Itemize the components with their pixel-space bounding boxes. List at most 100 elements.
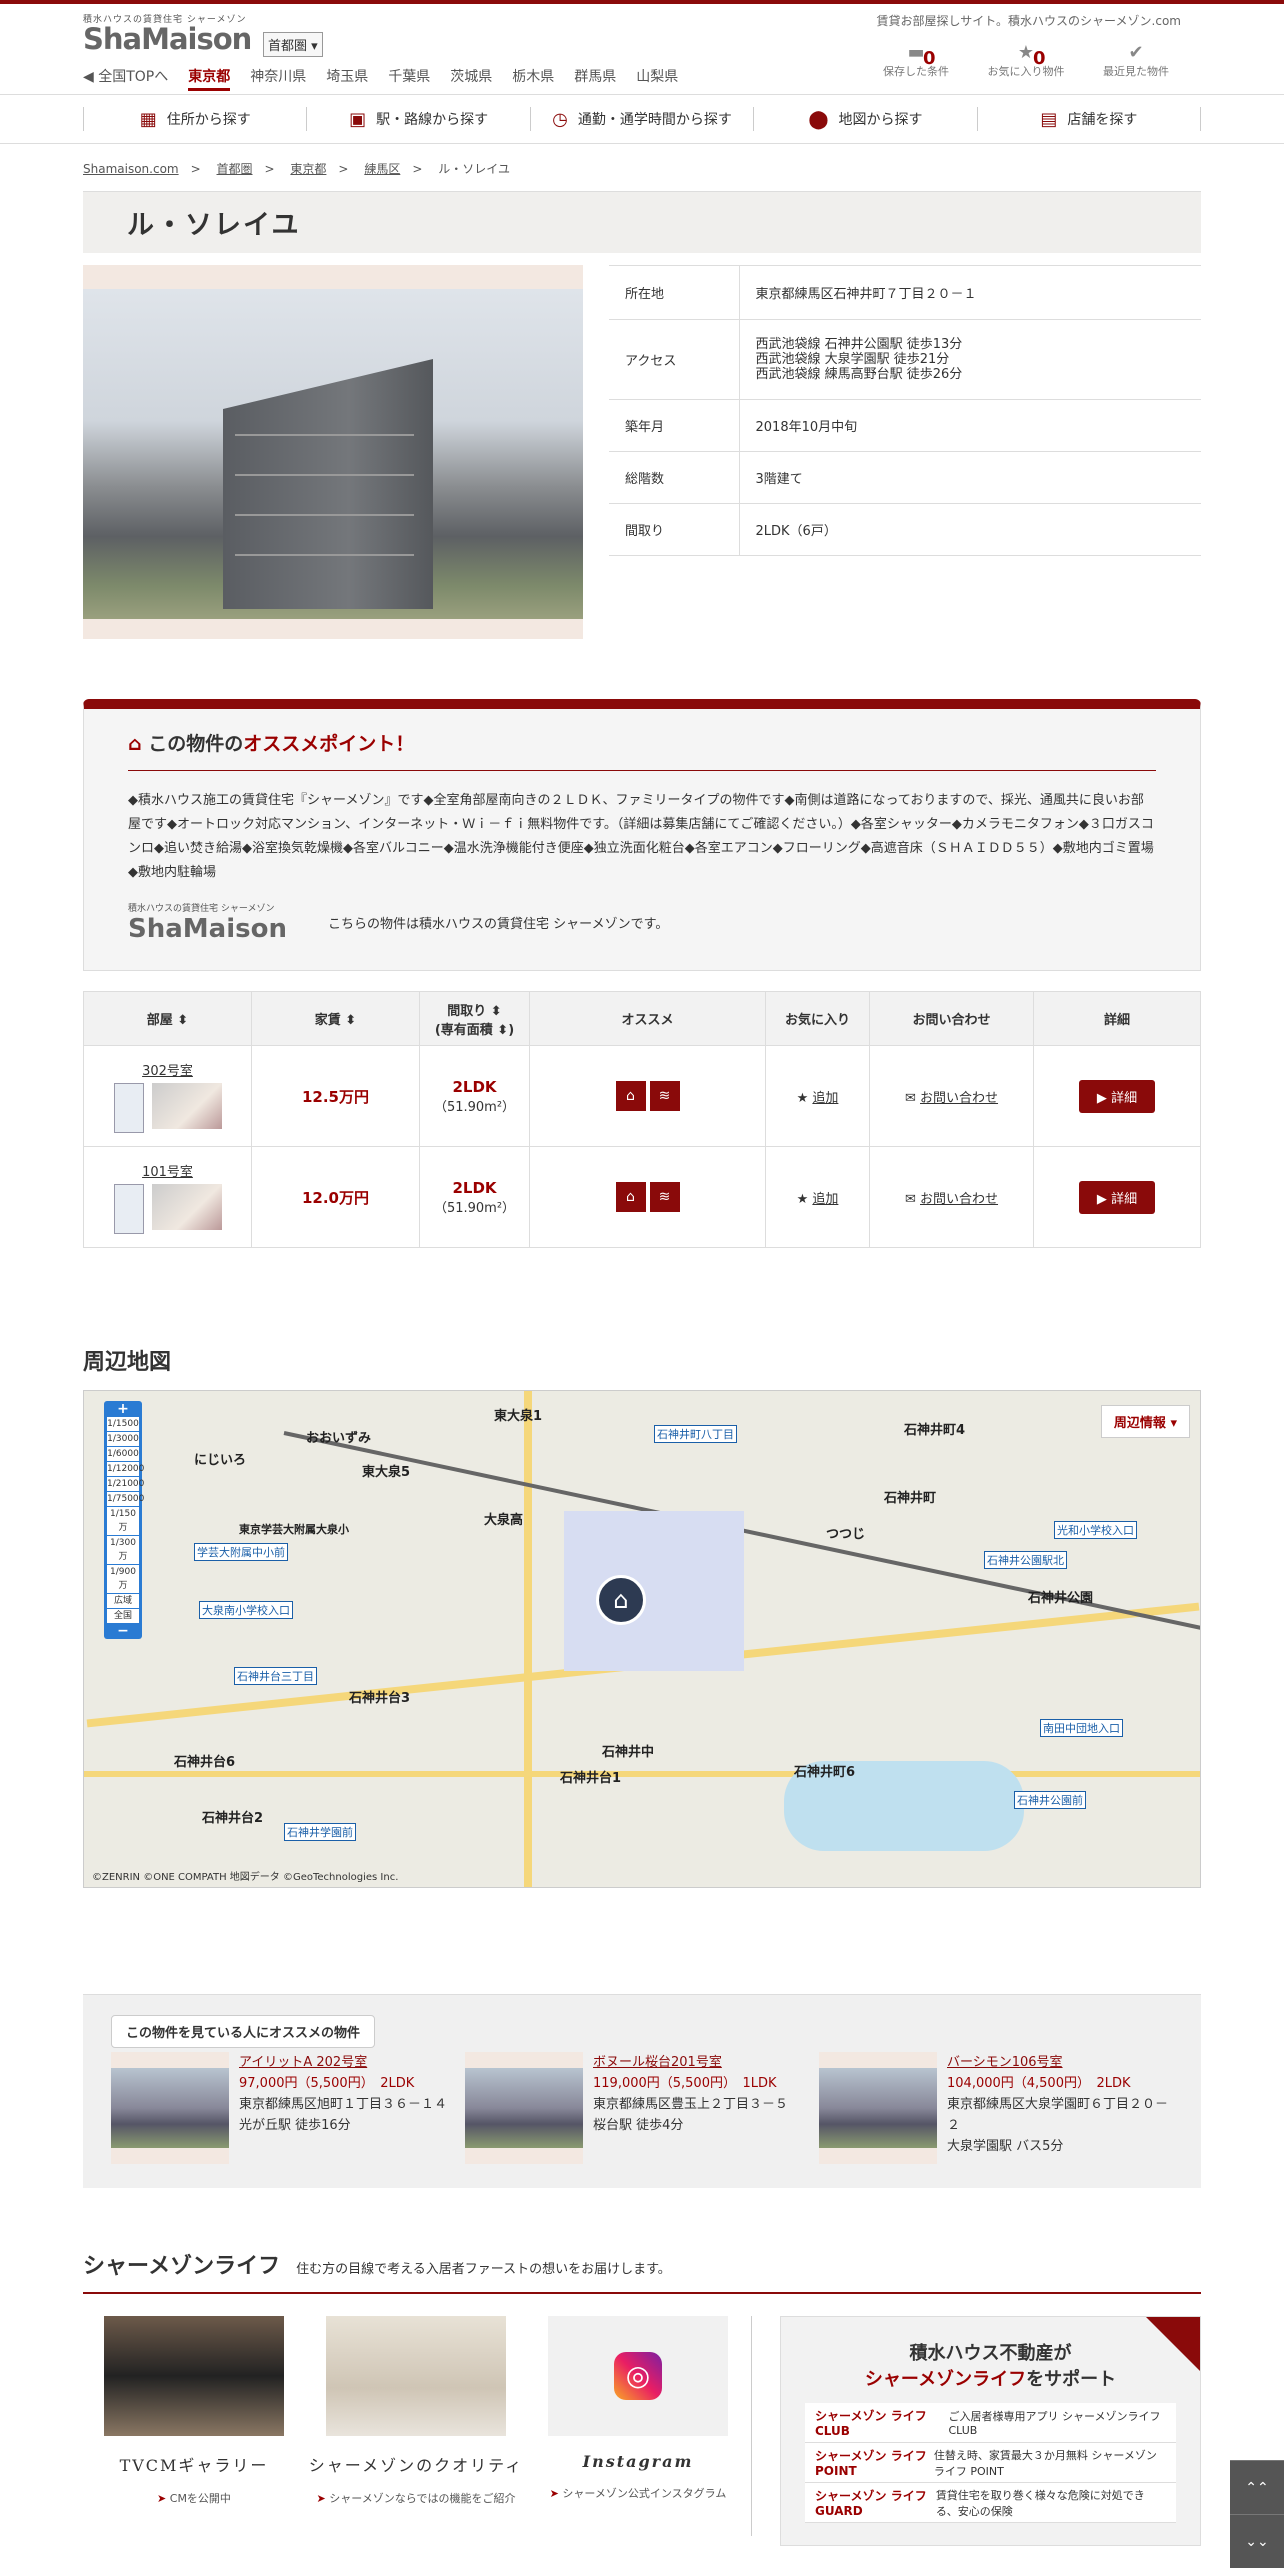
pref-ibaraki[interactable]: 茨城県 bbox=[450, 66, 492, 91]
support-guard[interactable]: シャーメゾン ライフ GUARD 賃貸住宅を取り巻く様々な危険に対処できる、安心の… bbox=[805, 2483, 1176, 2523]
recommend-name[interactable]: バーシモン106号室 bbox=[947, 2052, 1173, 2073]
search-stores[interactable]: ▤ 店舗を探す bbox=[976, 107, 1202, 131]
life-support-panel[interactable]: 積水ハウス不動産が シャーメゾンライフをサポート シャーメゾン ライフ CLUB ご… bbox=[780, 2316, 1201, 2546]
crumb-sep: > bbox=[190, 162, 201, 176]
zoom-level[interactable]: 1/12000 bbox=[107, 1462, 144, 1476]
property-pin-icon[interactable]: ⌂ bbox=[596, 1575, 646, 1625]
scroll-top-button[interactable]: ⌃⌃ bbox=[1230, 2460, 1284, 2514]
quality-card[interactable]: シャーメゾンのクオリティ シャーメゾンならではの機能をご紹介 bbox=[305, 2316, 527, 2546]
region-select[interactable]: 首都圏 ▾ bbox=[263, 32, 323, 57]
sort-rent[interactable]: 家賃 ⬍ bbox=[251, 991, 420, 1046]
recommend-photo[interactable] bbox=[465, 2052, 583, 2164]
recommend-photo[interactable] bbox=[819, 2052, 937, 2164]
map-label: 大泉高 bbox=[484, 1513, 524, 1528]
pref-kanagawa[interactable]: 神奈川県 bbox=[250, 66, 306, 91]
nearby-info-dropdown[interactable]: 周辺情報 ▾ bbox=[1100, 1405, 1190, 1438]
pref-saitama[interactable]: 埼玉県 bbox=[326, 66, 368, 91]
points-title-a: この物件の bbox=[148, 733, 244, 755]
zoom-level[interactable]: 1/75000 bbox=[107, 1492, 144, 1506]
detail-button[interactable]: ▶ 詳細 bbox=[1078, 1180, 1156, 1214]
check-icon: ✔ bbox=[1128, 42, 1144, 63]
card-link[interactable]: シャーメゾンならではの機能をご紹介 bbox=[305, 2490, 527, 2506]
card-title: TVCMギャラリー bbox=[119, 2456, 269, 2475]
recommend-name[interactable]: アイリットA 202号室 bbox=[239, 2052, 447, 2073]
map-station: 南田中団地入口 bbox=[1040, 1719, 1123, 1737]
zoom-out-button[interactable]: − bbox=[107, 1624, 139, 1638]
list-item[interactable]: アイリットA 202号室 97,000円（5,500円） 2LDK 東京都練馬区旭町… bbox=[111, 2052, 465, 2164]
floorplan-thumb[interactable] bbox=[113, 1183, 144, 1234]
crumb-pref[interactable]: 東京都 bbox=[290, 162, 326, 176]
crumb-sep: > bbox=[264, 162, 275, 176]
search-by-map[interactable]: ⬤ 地図から探す bbox=[753, 107, 976, 131]
zoom-level[interactable]: 1/300万 bbox=[107, 1536, 139, 1564]
sort-room[interactable]: 部屋 ⬍ bbox=[83, 991, 252, 1046]
pref-yamanashi[interactable]: 山梨県 bbox=[636, 66, 678, 91]
spec-key: 所在地 bbox=[609, 265, 740, 320]
zoom-level[interactable]: 1/21000 bbox=[107, 1477, 144, 1491]
sort-layout[interactable]: 間取り ⬍ (専有面積 ⬍) bbox=[419, 991, 530, 1046]
zoom-level[interactable]: 1/3000 bbox=[107, 1432, 139, 1446]
zoom-level[interactable]: 1/1500 bbox=[107, 1417, 139, 1431]
card-link[interactable]: CMを公開中 bbox=[83, 2490, 305, 2506]
property-photo[interactable] bbox=[83, 265, 583, 639]
map-copyright: ©ZENRIN ©ONE COMPATH 地図データ ©GeoTechnolog… bbox=[92, 1872, 399, 1883]
zoom-level[interactable]: 広域 bbox=[107, 1594, 139, 1608]
support-club[interactable]: シャーメゾン ライフ CLUB ご入居者様専用アプリ シャーメゾンライフ CLUB bbox=[805, 2403, 1176, 2443]
inquiry-link[interactable]: ✉ お問い合わせ bbox=[869, 1045, 1034, 1147]
recent-label: 最近見た物件 bbox=[1103, 65, 1169, 78]
favorite-label: 追加 bbox=[812, 1090, 839, 1106]
points-title-b: オススメポイント！ bbox=[243, 733, 415, 755]
zoom-level[interactable]: 1/900万 bbox=[107, 1565, 139, 1593]
room-photo-thumb[interactable] bbox=[151, 1082, 222, 1129]
room-name-link[interactable]: 302号室 bbox=[84, 1060, 251, 1079]
points-heading: ⌂ この物件のオススメポイント！ bbox=[128, 729, 1156, 771]
play-corner-icon bbox=[1146, 2317, 1200, 2371]
list-item[interactable]: バーシモン106号室 104,000円（4,500円） 2LDK 東京都練馬区大泉学… bbox=[819, 2052, 1173, 2164]
area-map[interactable]: 東大泉1 東大泉5 大泉高 石神井町4 石神井町 石神井台3 石神井台1 石神井… bbox=[83, 1390, 1201, 1888]
tvcm-card[interactable]: TVCMギャラリー CMを公開中 bbox=[83, 2316, 305, 2546]
detail-button[interactable]: ▶ 詳細 bbox=[1078, 1079, 1156, 1113]
instagram-card[interactable]: ◎ Instagram シャーメゾン公式インスタグラム bbox=[527, 2316, 749, 2546]
favorites-count: 0 bbox=[1033, 48, 1046, 69]
card-link[interactable]: シャーメゾン公式インスタグラム bbox=[527, 2485, 749, 2501]
spec-table: 所在地 東京都練馬区石神井町７丁目２０－１ アクセス 西武池袋線 石神井公園駅 徒歩… bbox=[609, 265, 1201, 639]
crumb-home[interactable]: Shamaison.com bbox=[83, 162, 179, 176]
zoom-in-button[interactable]: + bbox=[107, 1402, 139, 1416]
pref-national-top[interactable]: ◀ 全国TOPへ bbox=[83, 66, 168, 91]
list-item[interactable]: ボヌール桜台201号室 119,000円（5,500円） 1LDK 東京都練馬区豊玉… bbox=[465, 2052, 819, 2164]
favorites-label: お気に入り物件 bbox=[987, 65, 1065, 78]
scroll-bottom-button[interactable]: ⌄⌄ bbox=[1230, 2514, 1284, 2568]
tagline: 賃貸お部屋探しサイト。積水ハウスのシャーメゾン.com bbox=[876, 14, 1182, 28]
map-label: 石神井台3 bbox=[349, 1691, 411, 1706]
zoom-level[interactable]: 1/6000 bbox=[107, 1447, 139, 1461]
zoom-control[interactable]: + 1/1500 1/3000 1/6000 1/12000 1/21000 1… bbox=[104, 1401, 144, 1639]
pref-gunma[interactable]: 群馬県 bbox=[574, 66, 616, 91]
pref-tochigi[interactable]: 栃木県 bbox=[512, 66, 554, 91]
floorplan-thumb[interactable] bbox=[113, 1082, 144, 1133]
card-title: シャーメゾンのクオリティ bbox=[308, 2456, 524, 2475]
favorite-add[interactable]: ★ 追加 bbox=[765, 1045, 870, 1147]
room-photo-thumb[interactable] bbox=[151, 1183, 222, 1230]
search-by-address[interactable]: ▦ 住所から探す bbox=[83, 107, 306, 131]
crumb-region[interactable]: 首都圏 bbox=[217, 162, 253, 176]
inquiry-link[interactable]: ✉ お問い合わせ bbox=[869, 1146, 1034, 1248]
crumb-city[interactable]: 練馬区 bbox=[364, 162, 400, 176]
recommend-photo[interactable] bbox=[111, 2052, 229, 2164]
recommend-access: 大泉学園駅 バス5分 bbox=[947, 2139, 1064, 2154]
favorites-link[interactable]: ★ 0 お気に入り物件 bbox=[971, 42, 1081, 79]
search-by-station[interactable]: ▣ 駅・路線から探す bbox=[306, 107, 529, 131]
recommend-name[interactable]: ボヌール桜台201号室 bbox=[593, 2052, 788, 2073]
spec-key: 間取り bbox=[609, 503, 740, 556]
zoom-level[interactable]: 1/150万 bbox=[107, 1507, 139, 1535]
site-logo[interactable]: ShaMaison bbox=[83, 22, 252, 56]
pref-chiba[interactable]: 千葉県 bbox=[388, 66, 430, 91]
header-icons: ▬ 0 保存した条件 ★ 0 お気に入り物件 ✔ 最近見た物件 bbox=[861, 42, 1191, 79]
favorite-add[interactable]: ★ 追加 bbox=[765, 1146, 870, 1248]
zoom-level[interactable]: 全国 bbox=[107, 1609, 139, 1623]
support-point[interactable]: シャーメゾン ライフ POINT 住替え時、家賃最大３か月無料 シャーメゾンライフ… bbox=[805, 2443, 1176, 2483]
saved-conditions-link[interactable]: ▬ 0 保存した条件 bbox=[861, 42, 971, 79]
pref-tokyo[interactable]: 東京都 bbox=[188, 66, 231, 91]
search-by-commute[interactable]: ◷ 通勤・通学時間から探す bbox=[529, 107, 753, 131]
recent-link[interactable]: ✔ 最近見た物件 bbox=[1081, 42, 1191, 79]
room-name-link[interactable]: 101号室 bbox=[84, 1161, 251, 1180]
